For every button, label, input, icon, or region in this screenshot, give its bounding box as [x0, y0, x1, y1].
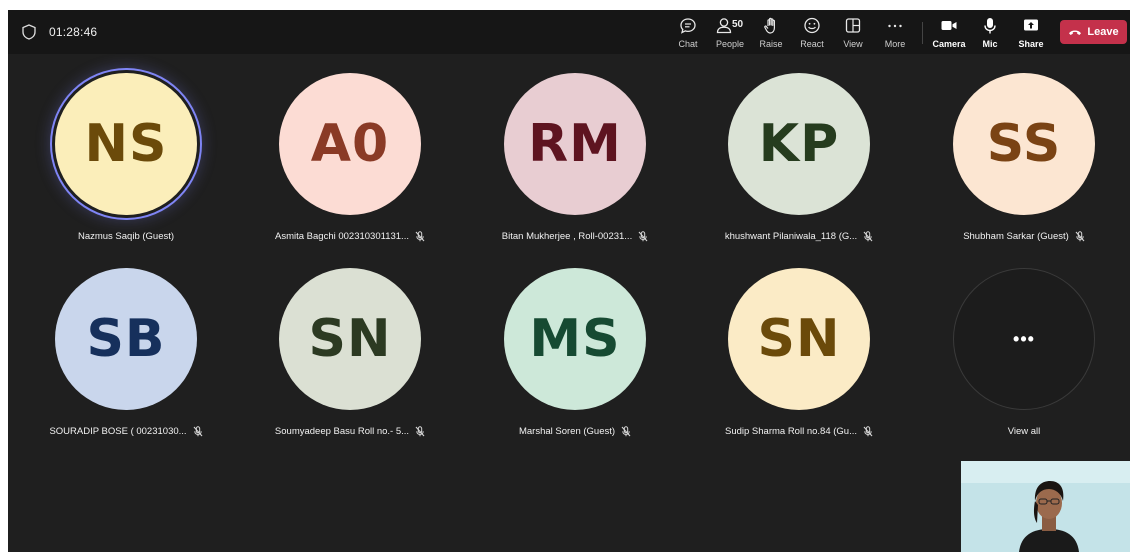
camera-button[interactable]: Camera [929, 16, 969, 50]
meeting-timer: 01:28:46 [49, 25, 98, 39]
people-icon [716, 18, 732, 34]
participant-avatar: SS [953, 73, 1095, 215]
avatar-initials: SS [986, 114, 1062, 174]
view-all-label-row: View all [924, 426, 1124, 437]
participant-tile[interactable]: RM Bitan Mukherjee , Roll-00231... [475, 73, 675, 253]
view-button[interactable]: View [833, 16, 873, 50]
layout-grid-icon [845, 18, 861, 33]
avatar-initials: SN [308, 309, 392, 369]
view-all-tile[interactable]: ••• View all [924, 268, 1124, 448]
participant-tile[interactable]: NS Nazmus Saqib (Guest) [26, 73, 226, 253]
share-button[interactable]: Share [1011, 16, 1051, 50]
participant-tile[interactable]: KP khushwant Pilaniwala_118 (G... [699, 73, 899, 253]
participant-tile[interactable]: SS Shubham Sarkar (Guest) [924, 73, 1124, 253]
participant-name: Asmita Bagchi 002310301131... [275, 231, 409, 242]
leave-button[interactable]: Leave [1060, 20, 1127, 44]
participant-avatar: SB [55, 268, 197, 410]
avatar-initials: SN [757, 309, 841, 369]
avatar-initials: RM [528, 114, 622, 174]
mic-off-icon [621, 426, 631, 437]
participant-name: khushwant Pilaniwala_118 (G... [724, 231, 858, 242]
participant-tile[interactable]: A0 Asmita Bagchi 002310301131... [250, 73, 450, 253]
participant-avatar: A0 [279, 73, 421, 215]
people-label: People [715, 39, 745, 49]
participant-name: Nazmus Saqib (Guest) [77, 231, 175, 242]
participant-name-row: Marshal Soren (Guest) [475, 426, 675, 437]
mic-off-icon [1075, 231, 1085, 242]
chat-label: Chat [678, 39, 698, 49]
chat-button[interactable]: Chat [668, 16, 708, 50]
mic-off-icon [638, 231, 648, 242]
participant-name-row: Asmita Bagchi 002310301131... [250, 231, 450, 242]
participant-name-row: Nazmus Saqib (Guest) [26, 231, 226, 242]
raise-hand-button[interactable]: Raise [751, 16, 791, 50]
participant-name: Marshal Soren (Guest) [518, 426, 616, 437]
participant-tile[interactable]: SN Soumyadeep Basu Roll no.- 5... [250, 268, 450, 448]
avatar-initials: MS [529, 309, 621, 369]
people-button[interactable]: 50 People [710, 16, 750, 50]
participant-name-row: Sudip Sharma Roll no.84 (Gu... [699, 426, 899, 437]
camera-label: Camera [932, 39, 966, 49]
share-screen-icon [1024, 19, 1038, 31]
mic-button[interactable]: Mic [970, 16, 1010, 50]
chat-icon [680, 18, 696, 34]
people-count-badge: 50 [732, 19, 744, 30]
mic-off-icon [863, 231, 873, 242]
view-all-label[interactable]: View all [1008, 426, 1041, 437]
self-video-person [961, 461, 1130, 552]
raise-label: Raise [759, 39, 783, 49]
toolbar-divider [922, 22, 923, 44]
avatar-initials: KP [758, 114, 840, 174]
top-toolbar: 01:28:46 Chat 50 People Raise React View… [8, 10, 1130, 54]
participant-avatar: KP [728, 73, 870, 215]
participant-name: Sudip Sharma Roll no.84 (Gu... [724, 426, 857, 437]
mic-off-icon [863, 426, 873, 437]
microphone-icon [984, 18, 996, 34]
react-button[interactable]: React [792, 16, 832, 50]
meeting-window: 01:28:46 Chat 50 People Raise React View… [8, 10, 1130, 552]
participant-name-row: Bitan Mukherjee , Roll-00231... [475, 231, 675, 242]
participant-name-row: Shubham Sarkar (Guest) [924, 231, 1124, 242]
avatar-initials: A0 [310, 114, 390, 174]
participant-tile[interactable]: MS Marshal Soren (Guest) [475, 268, 675, 448]
mic-off-icon [415, 426, 425, 437]
participant-name-row: khushwant Pilaniwala_118 (G... [699, 231, 899, 242]
participant-name-row: Soumyadeep Basu Roll no.- 5... [250, 426, 450, 437]
emoji-icon [804, 17, 820, 34]
react-label: React [800, 39, 824, 49]
phone-hangup-icon [1069, 30, 1082, 35]
participant-avatar: MS [504, 268, 646, 410]
hand-icon [764, 17, 775, 34]
participant-avatar: NS [55, 73, 197, 215]
avatar-initials: SB [86, 309, 166, 369]
participant-tile[interactable]: SN Sudip Sharma Roll no.84 (Gu... [699, 268, 899, 448]
share-label: Share [1018, 39, 1044, 49]
participant-name: Bitan Mukherjee , Roll-00231... [501, 231, 633, 242]
more-icon [888, 24, 902, 28]
view-label: View [843, 39, 863, 49]
camera-icon [941, 21, 957, 30]
self-video-preview[interactable] [961, 461, 1130, 552]
shield-icon[interactable] [22, 24, 36, 40]
mic-label: Mic [982, 39, 998, 49]
more-button[interactable]: More [875, 16, 915, 50]
participant-avatar: SN [279, 268, 421, 410]
mic-off-icon [415, 231, 425, 242]
view-all-button[interactable]: ••• [953, 268, 1095, 410]
participant-avatar: SN [728, 268, 870, 410]
leave-label: Leave [1087, 26, 1119, 38]
more-label: More [884, 39, 906, 49]
avatar-initials: NS [84, 114, 168, 174]
more-dots: ••• [1013, 328, 1035, 349]
participant-name-row: SOURADIP BOSE ( 00231030... [26, 426, 226, 437]
mic-off-icon [193, 426, 202, 437]
participant-name: SOURADIP BOSE ( 00231030... [49, 426, 187, 437]
participant-name: Soumyadeep Basu Roll no.- 5... [274, 426, 410, 437]
participant-name: Shubham Sarkar (Guest) [963, 231, 1069, 242]
participant-tile[interactable]: SB SOURADIP BOSE ( 00231030... [26, 268, 226, 448]
participant-avatar: RM [504, 73, 646, 215]
